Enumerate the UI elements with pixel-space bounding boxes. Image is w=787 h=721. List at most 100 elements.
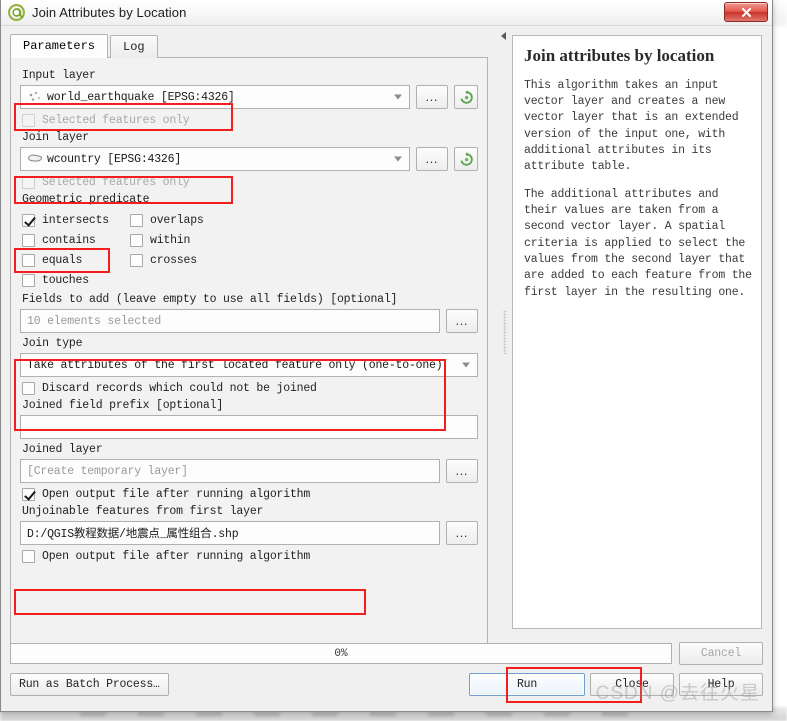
join-selected-only-row[interactable]: Selected features only bbox=[22, 176, 478, 189]
polygon-layer-icon bbox=[27, 152, 43, 166]
run-as-batch-process-button[interactable]: Run as Batch Process… bbox=[10, 673, 169, 696]
geometric-predicate-group: intersects overlaps contains within equa… bbox=[20, 209, 478, 289]
pane-splitter[interactable] bbox=[498, 26, 512, 637]
tab-parameters[interactable]: Parameters bbox=[10, 34, 109, 58]
point-layer-icon bbox=[27, 90, 43, 104]
dialog-footer: 0% Cancel Run as Batch Process… Run Clos… bbox=[1, 637, 772, 711]
unjoinable-features-browse-button[interactable]: … bbox=[446, 521, 478, 545]
predicate-intersects-checkbox[interactable] bbox=[22, 214, 35, 227]
algorithm-help-box: Join attributes by location This algorit… bbox=[512, 35, 762, 629]
predicate-within-checkbox[interactable] bbox=[130, 234, 143, 247]
parameters-panel: Input layer world_earthquake [EPSG:4326] bbox=[10, 57, 488, 645]
predicate-crosses-checkbox[interactable] bbox=[130, 254, 143, 267]
join-selected-only-checkbox[interactable] bbox=[22, 176, 35, 189]
close-button[interactable]: Close bbox=[590, 673, 674, 696]
cancel-button[interactable]: Cancel bbox=[679, 642, 763, 665]
progress-bar: 0% bbox=[10, 643, 672, 664]
open-output-1-label: Open output file after running algorithm bbox=[42, 488, 311, 501]
geometric-predicate-label: Geometric predicate bbox=[22, 193, 150, 206]
join-selected-only-label: Selected features only bbox=[42, 176, 190, 189]
input-layer-iterate-button[interactable] bbox=[454, 85, 478, 109]
join-type-value: Take attributes of the first located fea… bbox=[27, 358, 443, 372]
fields-to-add-label: Fields to add (leave empty to use all fi… bbox=[22, 293, 398, 306]
predicate-touches-checkbox[interactable] bbox=[22, 274, 35, 287]
join-type-row: Take attributes of the first located fea… bbox=[20, 353, 478, 377]
join-layer-label: Join layer bbox=[22, 131, 90, 144]
fields-to-add-browse-button[interactable]: … bbox=[446, 309, 478, 333]
qgis-logo-icon bbox=[8, 4, 25, 21]
join-layer-value: wcountry [EPSG:4326] bbox=[47, 152, 182, 166]
discard-records-row[interactable]: Discard records which could not be joine… bbox=[22, 382, 478, 395]
splitter-grip[interactable] bbox=[503, 309, 507, 354]
open-output-2-checkbox[interactable] bbox=[22, 550, 35, 563]
help-button[interactable]: Help bbox=[679, 673, 763, 696]
dialog-titlebar: Join Attributes by Location bbox=[1, 0, 772, 26]
dialog-body: Parameters Log Input layer world_earthqu… bbox=[1, 26, 772, 645]
predicate-touches[interactable]: touches bbox=[22, 274, 128, 287]
primary-buttons-group: Run Close Help bbox=[469, 673, 763, 696]
iterate-over-features-icon bbox=[460, 89, 473, 104]
run-button[interactable]: Run bbox=[469, 673, 585, 696]
joined-field-prefix-row bbox=[20, 415, 478, 439]
predicate-contains-checkbox[interactable] bbox=[22, 234, 35, 247]
open-output-1-checkbox[interactable] bbox=[22, 488, 35, 501]
fields-to-add-input[interactable]: 10 elements selected bbox=[20, 309, 440, 333]
predicate-within[interactable]: within bbox=[130, 234, 478, 247]
join-layer-browse-button[interactable]: … bbox=[416, 147, 448, 171]
predicate-crosses[interactable]: crosses bbox=[130, 254, 478, 267]
predicate-intersects-label: intersects bbox=[42, 214, 110, 227]
predicate-contains[interactable]: contains bbox=[22, 234, 128, 247]
join-layer-row: wcountry [EPSG:4326] … bbox=[20, 147, 478, 171]
open-output-2-label: Open output file after running algorithm bbox=[42, 550, 311, 563]
tab-bar: Parameters Log bbox=[10, 34, 498, 58]
input-layer-combo[interactable]: world_earthquake [EPSG:4326] bbox=[20, 85, 410, 109]
predicate-contains-label: contains bbox=[42, 234, 96, 247]
join-layer-iterate-button[interactable] bbox=[454, 147, 478, 171]
discard-records-checkbox[interactable] bbox=[22, 382, 35, 395]
input-layer-browse-button[interactable]: … bbox=[416, 85, 448, 109]
tab-log[interactable]: Log bbox=[110, 35, 158, 58]
input-selected-only-checkbox[interactable] bbox=[22, 114, 35, 127]
joined-field-prefix-label: Joined field prefix [optional] bbox=[22, 399, 224, 412]
predicate-overlaps-checkbox[interactable] bbox=[130, 214, 143, 227]
joined-layer-input[interactable]: [Create temporary layer] bbox=[20, 459, 440, 483]
input-layer-label: Input layer bbox=[22, 69, 96, 82]
open-output-1-row[interactable]: Open output file after running algorithm bbox=[22, 488, 478, 501]
predicate-touches-label: touches bbox=[42, 274, 89, 287]
joined-layer-browse-button[interactable]: … bbox=[446, 459, 478, 483]
help-paragraph-2: The additional attributes and their valu… bbox=[524, 187, 752, 299]
fields-to-add-row: 10 elements selected … bbox=[20, 309, 478, 333]
predicate-equals[interactable]: equals bbox=[22, 254, 128, 267]
collapse-help-arrow-icon[interactable] bbox=[501, 32, 506, 40]
predicate-equals-checkbox[interactable] bbox=[22, 254, 35, 267]
predicate-overlaps-label: overlaps bbox=[150, 214, 204, 227]
join-type-combo[interactable]: Take attributes of the first located fea… bbox=[20, 353, 478, 377]
chevron-down-icon bbox=[394, 156, 402, 162]
predicate-crosses-label: crosses bbox=[150, 254, 197, 267]
predicate-within-label: within bbox=[150, 234, 191, 247]
help-pane: Join attributes by location This algorit… bbox=[512, 26, 772, 637]
dialog-title: Join Attributes by Location bbox=[32, 5, 187, 20]
discard-records-label: Discard records which could not be joine… bbox=[42, 382, 317, 395]
parameters-pane: Parameters Log Input layer world_earthqu… bbox=[1, 26, 498, 645]
input-selected-only-row[interactable]: Selected features only bbox=[22, 114, 478, 127]
button-bar: Run as Batch Process… Run Close Help bbox=[10, 667, 763, 703]
join-attributes-by-location-dialog: Join Attributes by Location Parameters L… bbox=[0, 0, 773, 712]
close-window-button[interactable] bbox=[724, 2, 768, 22]
predicate-intersects[interactable]: intersects bbox=[22, 214, 128, 227]
joined-field-prefix-input[interactable] bbox=[20, 415, 478, 439]
open-output-2-row[interactable]: Open output file after running algorithm bbox=[22, 550, 478, 563]
progress-row: 0% Cancel bbox=[10, 642, 763, 665]
input-layer-row: world_earthquake [EPSG:4326] … bbox=[20, 85, 478, 109]
unjoinable-features-row: D:/QGIS教程数据/地震点_属性组合.shp … bbox=[20, 521, 478, 545]
close-icon bbox=[741, 7, 751, 17]
predicate-overlaps[interactable]: overlaps bbox=[130, 214, 478, 227]
unjoinable-features-label: Unjoinable features from first layer bbox=[22, 505, 264, 518]
iterate-over-features-icon bbox=[460, 151, 473, 166]
chevron-down-icon bbox=[462, 362, 470, 368]
join-layer-combo[interactable]: wcountry [EPSG:4326] bbox=[20, 147, 410, 171]
chevron-down-icon bbox=[394, 94, 402, 100]
unjoinable-features-input[interactable]: D:/QGIS教程数据/地震点_属性组合.shp bbox=[20, 521, 440, 545]
joined-layer-row: [Create temporary layer] … bbox=[20, 459, 478, 483]
joined-layer-label: Joined layer bbox=[22, 443, 103, 456]
